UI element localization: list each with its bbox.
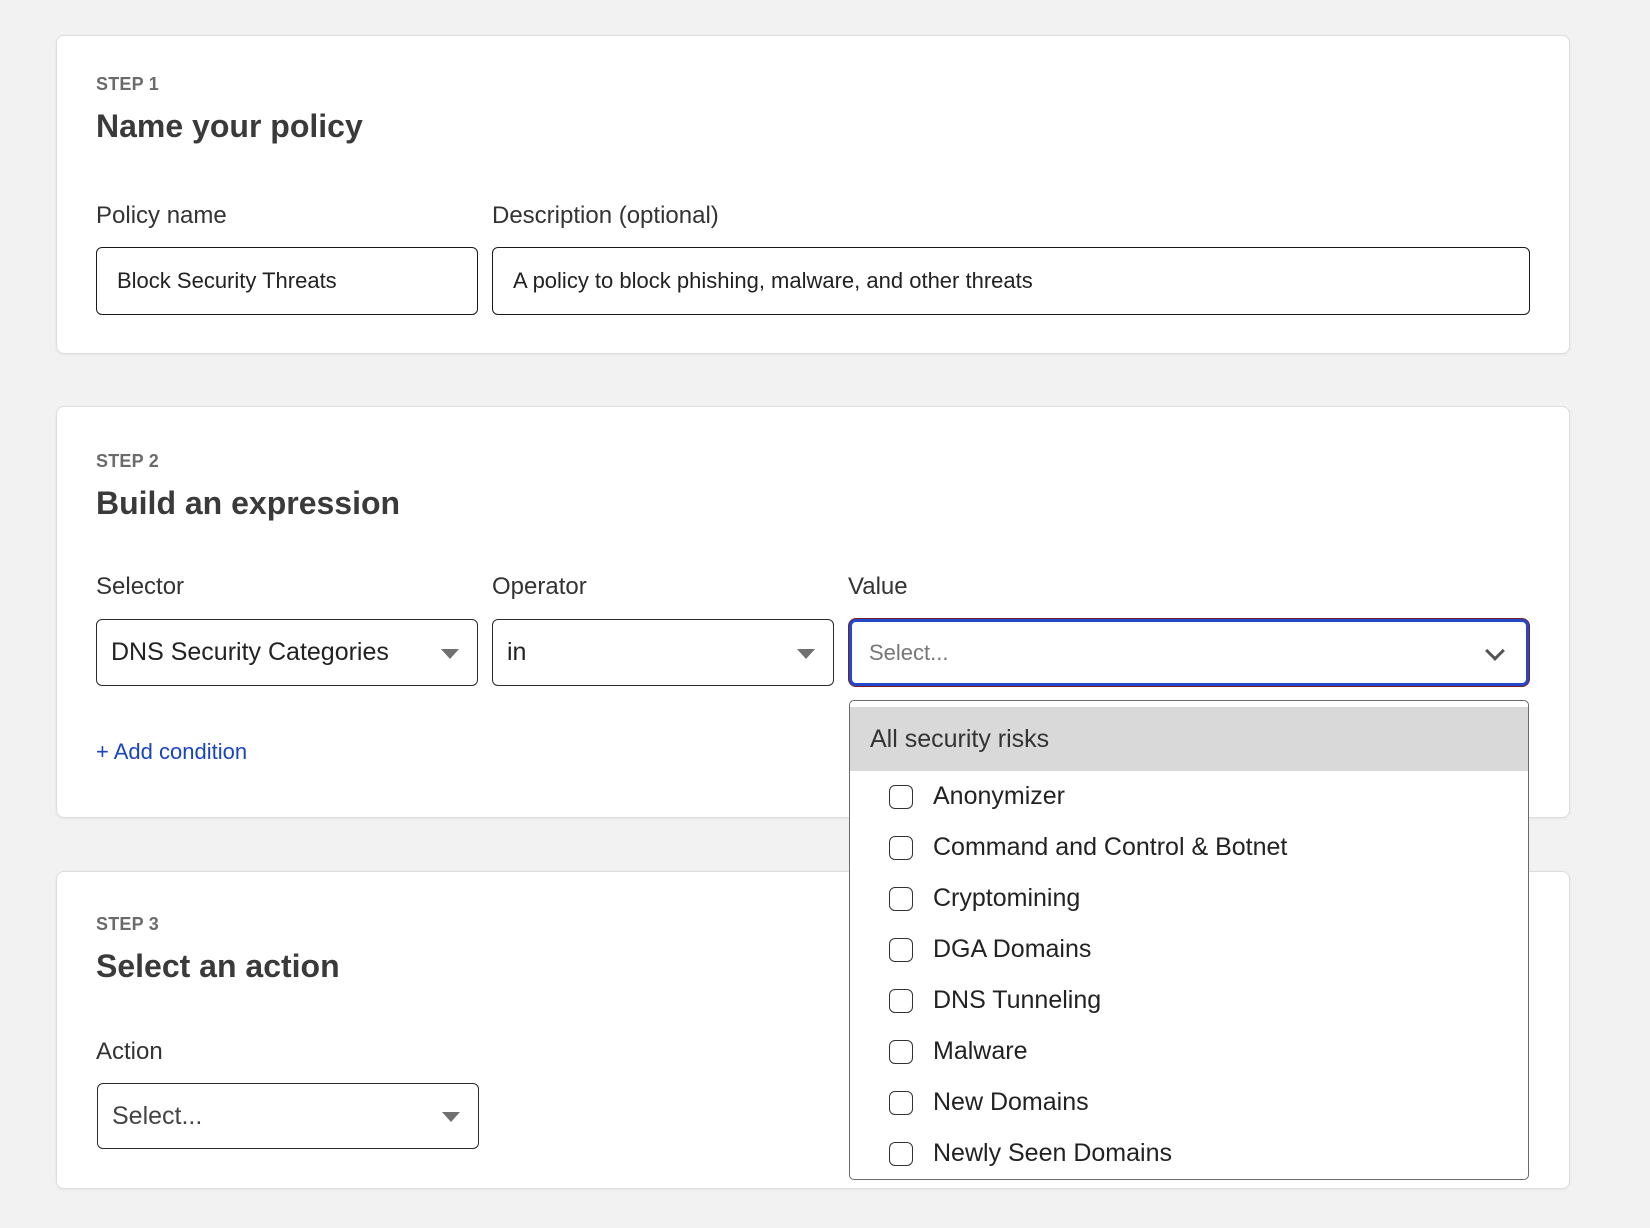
checkbox[interactable] (889, 1039, 913, 1064)
operator-label: Operator (492, 573, 587, 600)
option-label: Anonymizer (933, 782, 1065, 810)
caret-down-icon (442, 1112, 460, 1122)
selector-label: Selector (96, 573, 185, 600)
caret-down-icon (441, 648, 459, 659)
step3-title: Select an action (96, 948, 340, 984)
step1-label: STEP 1 (96, 74, 159, 94)
dropdown-option[interactable]: Anonymizer (850, 771, 1528, 822)
dropdown-option[interactable]: New Domains (850, 1077, 1528, 1128)
dropdown-option[interactable]: Newly Seen Domains (850, 1128, 1528, 1179)
action-dropdown[interactable]: Select... (97, 1083, 479, 1149)
option-label: Malware (933, 1037, 1028, 1065)
caret-down-icon (797, 648, 815, 659)
step2-title: Build an expression (96, 485, 401, 521)
dropdown-option[interactable]: DGA Domains (850, 924, 1528, 975)
step1-title: Name your policy (96, 108, 363, 144)
option-label: Newly Seen Domains (933, 1139, 1172, 1167)
description-input[interactable]: A policy to block phishing, malware, and… (492, 247, 1530, 315)
dropdown-option[interactable]: Cryptomining (850, 873, 1528, 924)
option-label: All security risks (870, 724, 1050, 753)
option-label: Command and Control & Botnet (933, 833, 1288, 861)
selector-dropdown[interactable]: DNS Security Categories (96, 619, 478, 686)
value-label: Value (848, 573, 908, 600)
dropdown-option[interactable]: DNS Tunneling (850, 975, 1528, 1026)
option-label: Cryptomining (933, 884, 1081, 912)
value-multiselect[interactable]: Select... (849, 619, 1529, 686)
dropdown-option[interactable]: Command and Control & Botnet (850, 822, 1528, 873)
option-label: New Domains (933, 1088, 1089, 1116)
checkbox[interactable] (889, 988, 913, 1013)
action-label: Action (96, 1038, 163, 1065)
operator-dropdown[interactable]: in (492, 619, 834, 686)
checkbox[interactable] (889, 886, 913, 911)
option-label: DGA Domains (933, 935, 1092, 963)
value-dropdown-menu[interactable]: All security risks Anonymizer Command and… (849, 700, 1529, 1180)
description-label: Description (optional) (492, 202, 719, 229)
selector-value: DNS Security Categories (111, 638, 389, 666)
checkbox[interactable] (889, 1141, 913, 1166)
step2-label: STEP 2 (96, 451, 159, 471)
dropdown-option-all-security-risks[interactable]: All security risks (850, 707, 1528, 771)
policy-name-input[interactable]: Block Security Threats (96, 247, 478, 315)
checkbox[interactable] (889, 784, 913, 809)
option-label: DNS Tunneling (933, 986, 1102, 1014)
dropdown-option[interactable]: Malware (850, 1026, 1528, 1077)
checkbox[interactable] (889, 1090, 913, 1115)
step3-label: STEP 3 (96, 914, 159, 934)
value-placeholder: Select... (869, 639, 949, 665)
checkbox[interactable] (889, 835, 913, 860)
checkbox[interactable] (889, 937, 913, 962)
chevron-down-icon[interactable] (1485, 641, 1505, 661)
policy-name-value: Block Security Threats (117, 268, 337, 293)
operator-value: in (507, 638, 527, 666)
description-value: A policy to block phishing, malware, and… (513, 268, 1033, 293)
add-condition-link[interactable]: + Add condition (96, 739, 247, 765)
policy-name-label: Policy name (96, 202, 227, 229)
action-placeholder: Select... (112, 1101, 203, 1130)
